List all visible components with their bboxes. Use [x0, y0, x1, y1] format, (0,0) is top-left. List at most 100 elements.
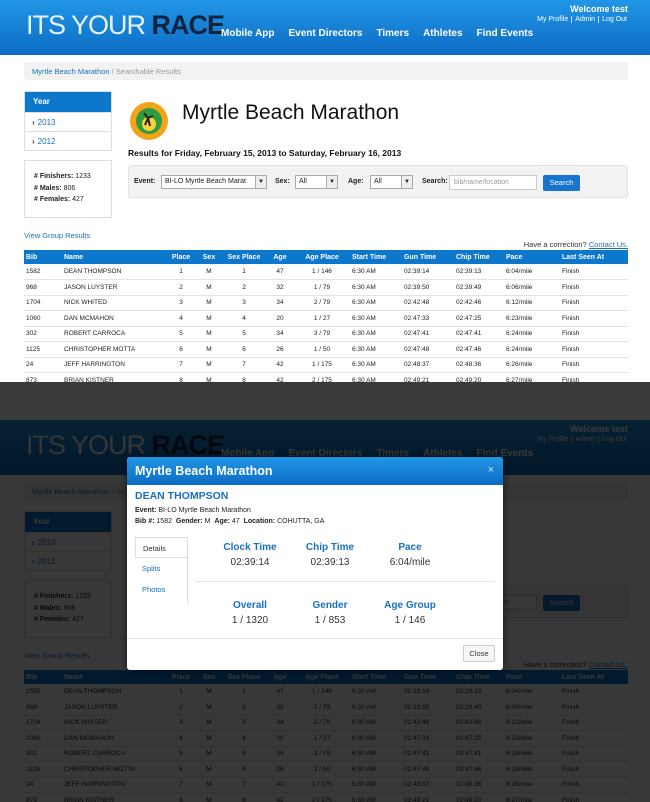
column-header[interactable]: Name — [62, 250, 166, 264]
column-header[interactable]: Pace — [504, 250, 560, 264]
table-cell[interactable]: DEAN THOMPSON — [62, 264, 166, 280]
admin-link[interactable]: Admin — [571, 16, 598, 23]
athlete-name: DEAN THOMPSON — [135, 490, 229, 502]
table-cell: 02:47:41 — [402, 326, 454, 342]
close-icon[interactable]: × — [488, 464, 494, 476]
modal-header: Myrtle Beach Marathon × — [127, 457, 503, 485]
nav-athletes[interactable]: Athletes — [416, 28, 469, 39]
table-cell: 02:42:46 — [454, 295, 504, 311]
chip-time-stat: Chip Time 02:39:13 — [305, 542, 355, 568]
column-header[interactable]: Age Place — [294, 250, 350, 264]
view-group-results-link[interactable]: View Group Results — [24, 231, 90, 240]
table-cell[interactable]: CHRISTOPHER MOTTA — [62, 341, 166, 358]
breadcrumb: Myrtle Beach Marathon / Searchable Resul… — [24, 62, 628, 80]
table-cell: 4 — [166, 310, 196, 327]
tab-details[interactable]: Details — [135, 537, 187, 558]
table-cell: 873 — [24, 372, 62, 382]
table-cell: 6:23/mile — [504, 310, 560, 327]
my-profile-link[interactable]: My Profile — [534, 16, 571, 23]
table-cell: 1704 — [24, 295, 62, 311]
table-cell: 2 / 79 — [294, 295, 350, 311]
column-header[interactable]: Sex — [196, 250, 222, 264]
contact-us-link[interactable]: Contact Us. — [589, 240, 628, 249]
table-row[interactable]: 968JASON LUYSTER2M2321 / 796:30 AM02:39:… — [24, 279, 628, 296]
athlete-info: Bib #: 1582 Gender: M Age: 47 Location: … — [135, 518, 325, 525]
table-cell[interactable]: ROBERT CARROCA — [62, 326, 166, 342]
correction-note: Have a correction? Contact Us. — [523, 240, 628, 249]
table-row[interactable]: 1125CHRISTOPHER MOTTA6M6261 / 506:30 AM0… — [24, 341, 628, 358]
column-header[interactable]: Bib — [24, 250, 62, 264]
tab-divider — [187, 537, 188, 603]
nav-event-directors[interactable]: Event Directors — [282, 28, 370, 39]
table-cell: 1 / 175 — [294, 357, 350, 373]
site-header: ITS YOUR RACE Mobile App Event Directors… — [0, 0, 650, 55]
table-cell: 302 — [24, 326, 62, 342]
table-cell: 1582 — [24, 264, 62, 280]
table-cell: 02:47:48 — [402, 341, 454, 358]
table-cell: 6:06/mile — [504, 279, 560, 296]
table-cell: 6:30 AM — [350, 341, 402, 358]
tab-splits[interactable]: Splits — [135, 558, 187, 579]
table-cell: 02:39:50 — [402, 279, 454, 296]
pace-stat: Pace 6:04/mile — [389, 542, 431, 568]
table-cell: 34 — [266, 326, 294, 342]
table-cell: 6:12/mile — [504, 295, 560, 311]
nav-find-events[interactable]: Find Events — [470, 28, 541, 39]
table-row[interactable]: 1704NICK WHITED3M3342 / 796:30 AM02:42:4… — [24, 295, 628, 311]
table-cell: 3 — [166, 295, 196, 311]
column-header[interactable]: Chip Time — [454, 250, 504, 264]
table-cell[interactable]: JASON LUYSTER — [62, 279, 166, 296]
table-cell: 1 — [222, 264, 266, 280]
table-cell: M — [196, 326, 222, 342]
event-select[interactable]: BI-LO Myrtle Beach Marat▼ — [161, 175, 267, 189]
results-date-range: Results for Friday, February 15, 2013 to… — [128, 148, 402, 158]
breadcrumb-event-link[interactable]: Myrtle Beach Marathon — [32, 67, 110, 76]
age-select[interactable]: All▼ — [370, 175, 413, 189]
breadcrumb-separator: / — [111, 67, 114, 76]
column-header[interactable]: Sex Place — [222, 250, 266, 264]
column-header[interactable]: Last Seen At — [560, 250, 628, 264]
table-cell[interactable]: BRIAN KISTNER — [62, 372, 166, 382]
nav-timers[interactable]: Timers — [369, 28, 416, 39]
column-header[interactable]: Age — [266, 250, 294, 264]
table-row[interactable]: 873BRIAN KISTNER8M8422 / 1756:30 AM02:49… — [24, 372, 628, 382]
sex-select[interactable]: All▼ — [295, 175, 338, 189]
logout-link[interactable]: Log Out — [598, 16, 630, 23]
year-item-2012[interactable]: ›2012 — [25, 131, 111, 150]
close-button[interactable]: Close — [463, 645, 495, 662]
column-header[interactable]: Start Time — [350, 250, 402, 264]
nav-mobile-app[interactable]: Mobile App — [214, 28, 282, 39]
table-cell: 1 / 27 — [294, 310, 350, 327]
table-cell: 2 — [222, 279, 266, 296]
gender-rank-stat: Gender 1 / 853 — [312, 600, 348, 626]
table-row[interactable]: 302ROBERT CARROCA5M5343 / 796:30 AM02:47… — [24, 326, 628, 342]
table-cell[interactable]: JEFF HARRINGTON — [62, 357, 166, 373]
table-cell[interactable]: NICK WHITED — [62, 295, 166, 311]
search-input[interactable]: bib/name/location — [449, 175, 537, 190]
tab-photos[interactable]: Photos — [135, 579, 187, 600]
column-header[interactable]: Gun Time — [402, 250, 454, 264]
table-row[interactable]: 1582DEAN THOMPSON1M1471 / 1466:30 AM02:3… — [24, 264, 628, 280]
site-logo[interactable]: ITS YOUR RACE — [26, 10, 225, 41]
table-cell[interactable]: DAN MCMAHON — [62, 310, 166, 327]
year-header: Year — [25, 92, 111, 112]
table-cell: 3 / 79 — [294, 326, 350, 342]
table-cell: 02:39:49 — [454, 279, 504, 296]
table-cell: Finish — [560, 279, 628, 296]
stats-divider — [195, 581, 495, 582]
table-row[interactable]: 1060DAN MCMAHON4M4201 / 276:30 AM02:47:3… — [24, 310, 628, 327]
search-button[interactable]: Search — [543, 175, 580, 191]
table-cell: 5 — [222, 326, 266, 342]
year-item-2013[interactable]: ›2013 — [25, 112, 111, 131]
table-cell: 5 — [166, 326, 196, 342]
table-cell: 02:48:37 — [402, 357, 454, 373]
table-cell: 02:47:25 — [454, 310, 504, 327]
table-row[interactable]: 24JEFF HARRINGTON7M7421 / 1756:30 AM02:4… — [24, 357, 628, 373]
table-cell: Finish — [560, 372, 628, 382]
table-cell: 02:39:13 — [454, 264, 504, 280]
table-cell: Finish — [560, 295, 628, 311]
column-header[interactable]: Place — [166, 250, 196, 264]
table-cell: Finish — [560, 264, 628, 280]
chevron-right-icon: › — [32, 118, 35, 127]
table-cell: 6:27/mile — [504, 372, 560, 382]
